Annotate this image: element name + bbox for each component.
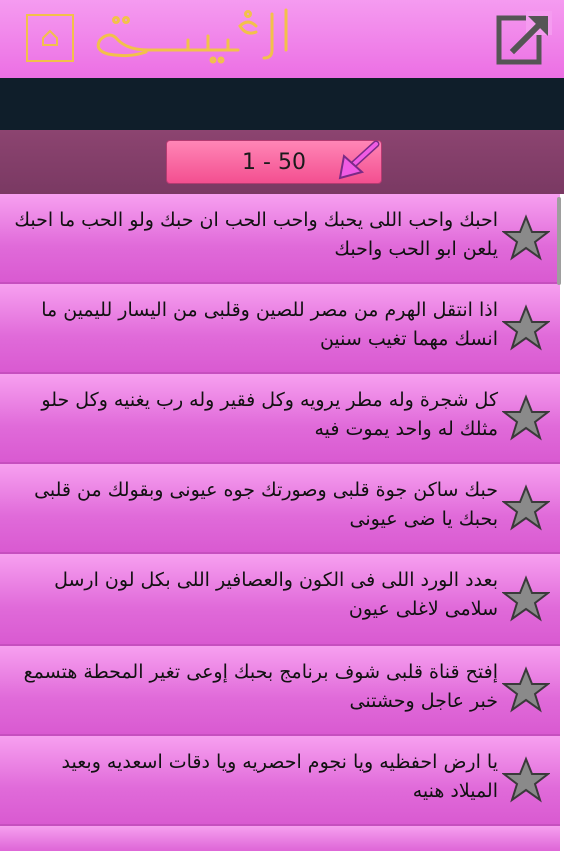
pager-bar: 1 - 50	[0, 130, 564, 194]
list-item[interactable]: كل شجرة وله مطر يرويه وكل فقير وله رب يغ…	[0, 374, 560, 464]
range-label: 1 - 50	[242, 149, 306, 175]
star-icon[interactable]	[502, 756, 550, 804]
ad-banner-area	[0, 78, 564, 130]
message-text: إفتح قناة قلبى شوف برنامج بحبك إوعى تغير…	[23, 661, 498, 712]
message-text: بعدد الورد اللى فى الكون والعصافير اللى …	[54, 569, 498, 620]
app-logo	[96, 8, 288, 64]
home-outline-icon	[42, 29, 58, 46]
star-icon[interactable]	[502, 304, 550, 352]
pink-arrow-icon	[338, 140, 380, 180]
message-text: كل شجرة وله مطر يرويه وكل فقير وله رب يغ…	[41, 389, 498, 440]
list-item[interactable]: بعدد الورد اللى فى الكون والعصافير اللى …	[0, 554, 560, 646]
star-icon[interactable]	[502, 575, 550, 623]
list-item[interactable]: حبك ساكن جوة قلبى وصورتك جوه عيونى وبقول…	[0, 464, 560, 554]
messages-list: احبك واحب اللى يحبك واحب الحب ان حبك ولو…	[0, 194, 564, 851]
app-header	[0, 0, 564, 78]
message-text: احبك واحب اللى يحبك واحب الحب ان حبك ولو…	[14, 209, 498, 260]
star-icon[interactable]	[502, 394, 550, 442]
external-link-icon[interactable]	[496, 8, 554, 68]
home-button[interactable]	[26, 14, 74, 62]
list-item[interactable]: يا ارض احفظيه ويا نجوم احصريه ويا دقات ا…	[0, 736, 560, 826]
message-text: يا ارض احفظيه ويا نجوم احصريه ويا دقات ا…	[61, 751, 498, 802]
message-text: اذا انتقل الهرم من مصر للصين وقلبى من ال…	[41, 299, 498, 350]
list-item[interactable]: احبك واحب اللى يحبك واحب الحب ان حبك ولو…	[0, 194, 560, 284]
list-scrollbar[interactable]	[557, 197, 561, 285]
star-icon[interactable]	[502, 484, 550, 532]
list-item-partial[interactable]	[0, 826, 560, 851]
message-text: حبك ساكن جوة قلبى وصورتك جوه عيونى وبقول…	[34, 479, 498, 530]
list-item[interactable]: اذا انتقل الهرم من مصر للصين وقلبى من ال…	[0, 284, 560, 374]
star-icon[interactable]	[502, 666, 550, 714]
list-item[interactable]: إفتح قناة قلبى شوف برنامج بحبك إوعى تغير…	[0, 646, 560, 736]
star-icon[interactable]	[502, 214, 550, 262]
